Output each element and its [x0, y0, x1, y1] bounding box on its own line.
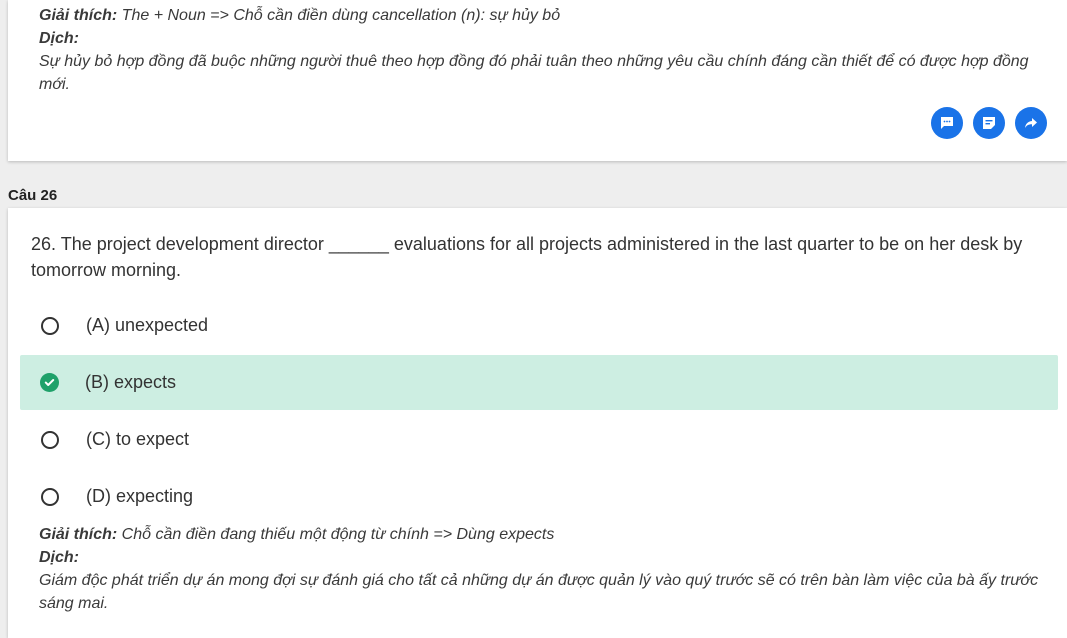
- section-title: Câu 26: [8, 187, 58, 204]
- explanation-label: Giải thích:: [39, 526, 118, 543]
- radio-unselected-icon[interactable]: [41, 487, 59, 506]
- share-button[interactable]: [1015, 107, 1047, 139]
- option-d[interactable]: (D) expecting: [20, 469, 1058, 524]
- note-icon: [983, 117, 995, 129]
- previous-question-card: Giải thích: The + Noun => Chỗ cần điền d…: [8, 0, 1067, 161]
- option-label: (D) expecting: [86, 486, 194, 506]
- share-icon: [1025, 118, 1037, 128]
- question-text: 26. The project development director ___…: [31, 234, 1023, 280]
- previous-explanation: Giải thích: The + Noun => Chỗ cần điền d…: [39, 4, 1047, 96]
- option-label: (A) unexpected: [86, 315, 209, 335]
- radio-unselected-icon[interactable]: [41, 430, 59, 449]
- explanation-label: Giải thích:: [39, 7, 118, 24]
- translation-text: Sự hủy bỏ hợp đồng đã buộc những người t…: [39, 53, 1029, 93]
- question-explanation: Giải thích: Chỗ cần điền đang thiếu một …: [39, 523, 1047, 615]
- translation-label: Dịch:: [39, 549, 79, 566]
- option-b[interactable]: (B) expects: [20, 355, 1058, 410]
- explanation-text: Chỗ cần điền đang thiếu một động từ chín…: [117, 526, 555, 543]
- comment-icon: [941, 117, 953, 129]
- radio-unselected-icon[interactable]: [41, 316, 59, 335]
- comment-button[interactable]: [931, 107, 963, 139]
- check-circle-icon[interactable]: [40, 373, 59, 392]
- translation-text: Giám độc phát triển dự án mong đợi sự đá…: [39, 572, 1039, 612]
- option-label: (C) to expect: [86, 429, 190, 449]
- explanation-text: The + Noun => Chỗ cần điền dùng cancella…: [117, 7, 561, 24]
- option-a[interactable]: (A) unexpected: [20, 298, 1058, 353]
- translation-label: Dịch:: [39, 30, 79, 47]
- question-card: 26. The project development director ___…: [8, 208, 1067, 638]
- option-c[interactable]: (C) to expect: [20, 412, 1058, 467]
- note-button[interactable]: [973, 107, 1005, 139]
- option-label: (B) expects: [85, 372, 177, 392]
- action-buttons: [931, 107, 1047, 139]
